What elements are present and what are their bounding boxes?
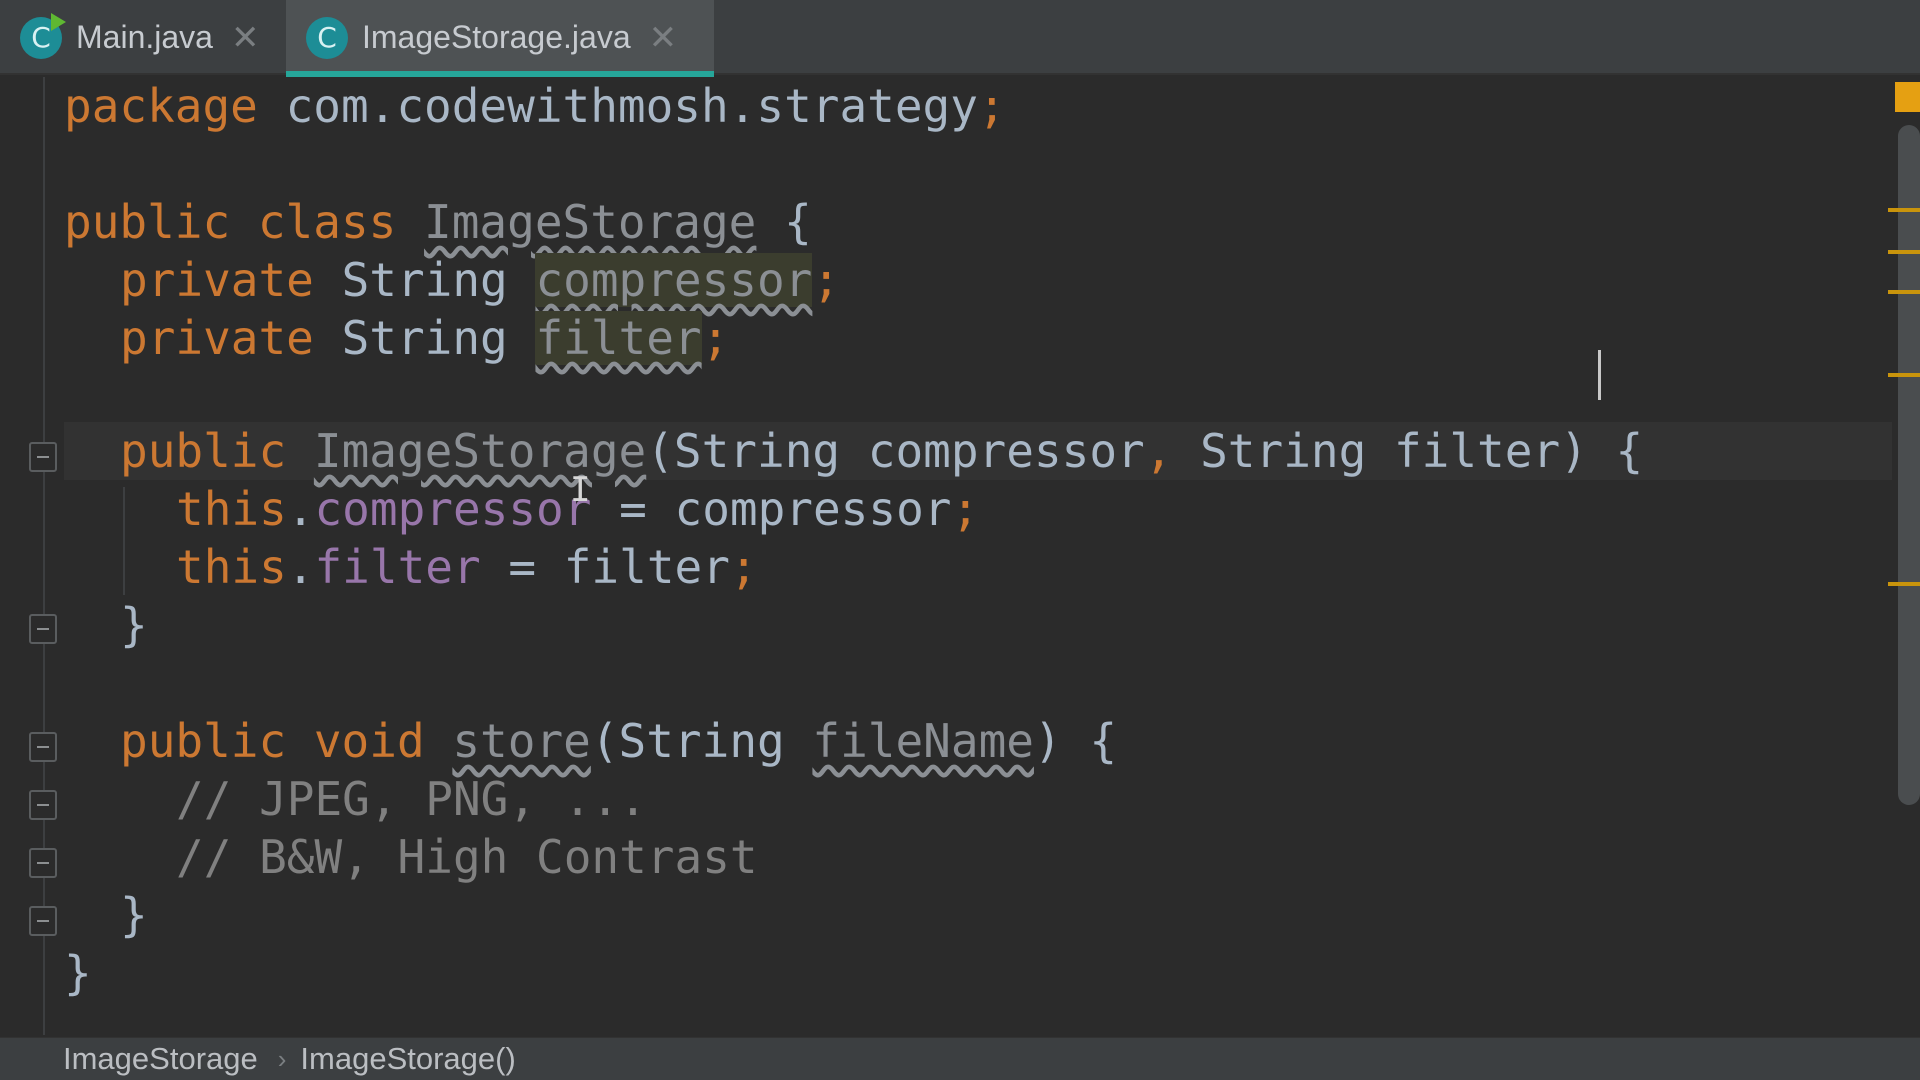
fold-collapse-icon[interactable] (29, 442, 57, 472)
keyword-private: private (120, 253, 314, 307)
field-ref-compressor: compressor (314, 482, 592, 536)
breadcrumb-item-constructor[interactable]: ImageStorage() (300, 1041, 515, 1077)
keyword-public: public (120, 424, 287, 478)
class-letter: C (317, 21, 337, 54)
fold-end-icon[interactable] (29, 906, 57, 936)
open-brace: ) { (1033, 714, 1118, 768)
gutter-divider (43, 77, 45, 1035)
semicolon: ; (729, 540, 758, 594)
comma: , (1144, 424, 1173, 478)
warning-marker[interactable] (1888, 373, 1920, 377)
code-line-13[interactable]: // JPEG, PNG, ... (176, 770, 647, 828)
package-name: com.codewithmosh.strategy (257, 79, 978, 133)
run-badge-icon (51, 12, 66, 31)
editor-tab-bar: C Main.java ✕ C ImageStorage.java ✕ (0, 0, 1920, 77)
code-line-12[interactable]: public void store(String fileName) { (120, 712, 1117, 770)
fold-end-icon[interactable] (29, 848, 57, 878)
warning-marker[interactable] (1888, 582, 1920, 586)
keyword-package: package (64, 79, 258, 133)
class-name: ImageStorage (424, 195, 757, 249)
vertical-scrollbar[interactable] (1898, 125, 1920, 805)
semicolon: ; (701, 311, 730, 365)
semicolon: ; (951, 482, 980, 536)
code-line-14[interactable]: // B&W, High Contrast (176, 828, 758, 886)
code-line-16[interactable]: } (64, 944, 92, 1002)
tab-imagestorage-java[interactable]: C ImageStorage.java ✕ (286, 0, 714, 77)
keyword-this: this (176, 482, 287, 536)
class-letter: C (31, 21, 51, 54)
breadcrumb: ImageStorage › ImageStorage() (0, 1037, 1920, 1080)
tab-main-java[interactable]: C Main.java ✕ (0, 0, 286, 75)
indent-guide (123, 487, 125, 595)
code-line-4[interactable]: private String compressor; (120, 251, 840, 309)
keyword-private: private (120, 311, 314, 365)
breadcrumb-separator: › (277, 1043, 287, 1074)
editor-gutter[interactable] (0, 77, 64, 1035)
code-line-3[interactable]: public class ImageStorage { (64, 193, 812, 251)
code-line-5[interactable]: private String filter; (120, 309, 729, 367)
field-ref-filter: filter (314, 540, 481, 594)
keyword-void: void (286, 714, 425, 768)
warning-marker[interactable] (1888, 250, 1920, 254)
warning-marker[interactable] (1888, 208, 1920, 212)
keyword-this: this (176, 540, 287, 594)
field-filter: filter (535, 311, 702, 365)
semicolon: ; (977, 79, 1006, 133)
code-line-15[interactable]: } (120, 886, 148, 944)
code-line-1[interactable]: package com.codewithmosh.strategy; (64, 77, 1006, 135)
assignment: = compressor (591, 482, 952, 536)
fold-end-icon[interactable] (29, 614, 57, 644)
java-class-icon: C (306, 16, 348, 59)
dot: . (286, 482, 315, 536)
semicolon: ; (812, 253, 841, 307)
warning-indicator-icon[interactable] (1895, 82, 1920, 112)
dot: . (286, 540, 315, 594)
param-filename: fileName (812, 714, 1034, 768)
ibeam-cursor-icon: I (570, 470, 591, 510)
constructor-name: ImageStorage (313, 424, 647, 478)
assignment: = filter (480, 540, 730, 594)
text-caret (1598, 350, 1601, 400)
close-icon[interactable]: ✕ (649, 18, 678, 58)
method-name: store (452, 714, 591, 768)
code-line-9[interactable]: this.filter = filter; (176, 538, 758, 596)
close-icon[interactable]: ✕ (231, 18, 260, 58)
field-compressor: compressor (535, 253, 813, 307)
keyword-public: public (64, 195, 231, 249)
tab-label: Main.java (76, 19, 213, 55)
code-line-10[interactable]: } (120, 596, 148, 654)
keyword-class: class (230, 195, 397, 249)
fold-collapse-icon[interactable] (29, 732, 57, 762)
keyword-public: public (120, 714, 287, 768)
fold-collapse-icon[interactable] (29, 790, 57, 820)
tab-label: ImageStorage.java (362, 19, 631, 55)
type-string: String (313, 311, 536, 365)
breadcrumb-item-class[interactable]: ImageStorage (63, 1041, 258, 1077)
param-compressor: (String compressor (646, 424, 1145, 478)
code-line-7[interactable]: public ImageStorage(String compressor, S… (120, 422, 1643, 480)
warning-marker[interactable] (1888, 290, 1920, 294)
param-filter: String filter) { (1172, 424, 1644, 478)
open-brace: { (756, 195, 812, 249)
code-editor[interactable]: package com.codewithmosh.strategy; publi… (64, 77, 1892, 1035)
type-string: String (313, 253, 536, 307)
param-type: (String (590, 714, 813, 768)
java-class-icon: C (20, 12, 66, 59)
